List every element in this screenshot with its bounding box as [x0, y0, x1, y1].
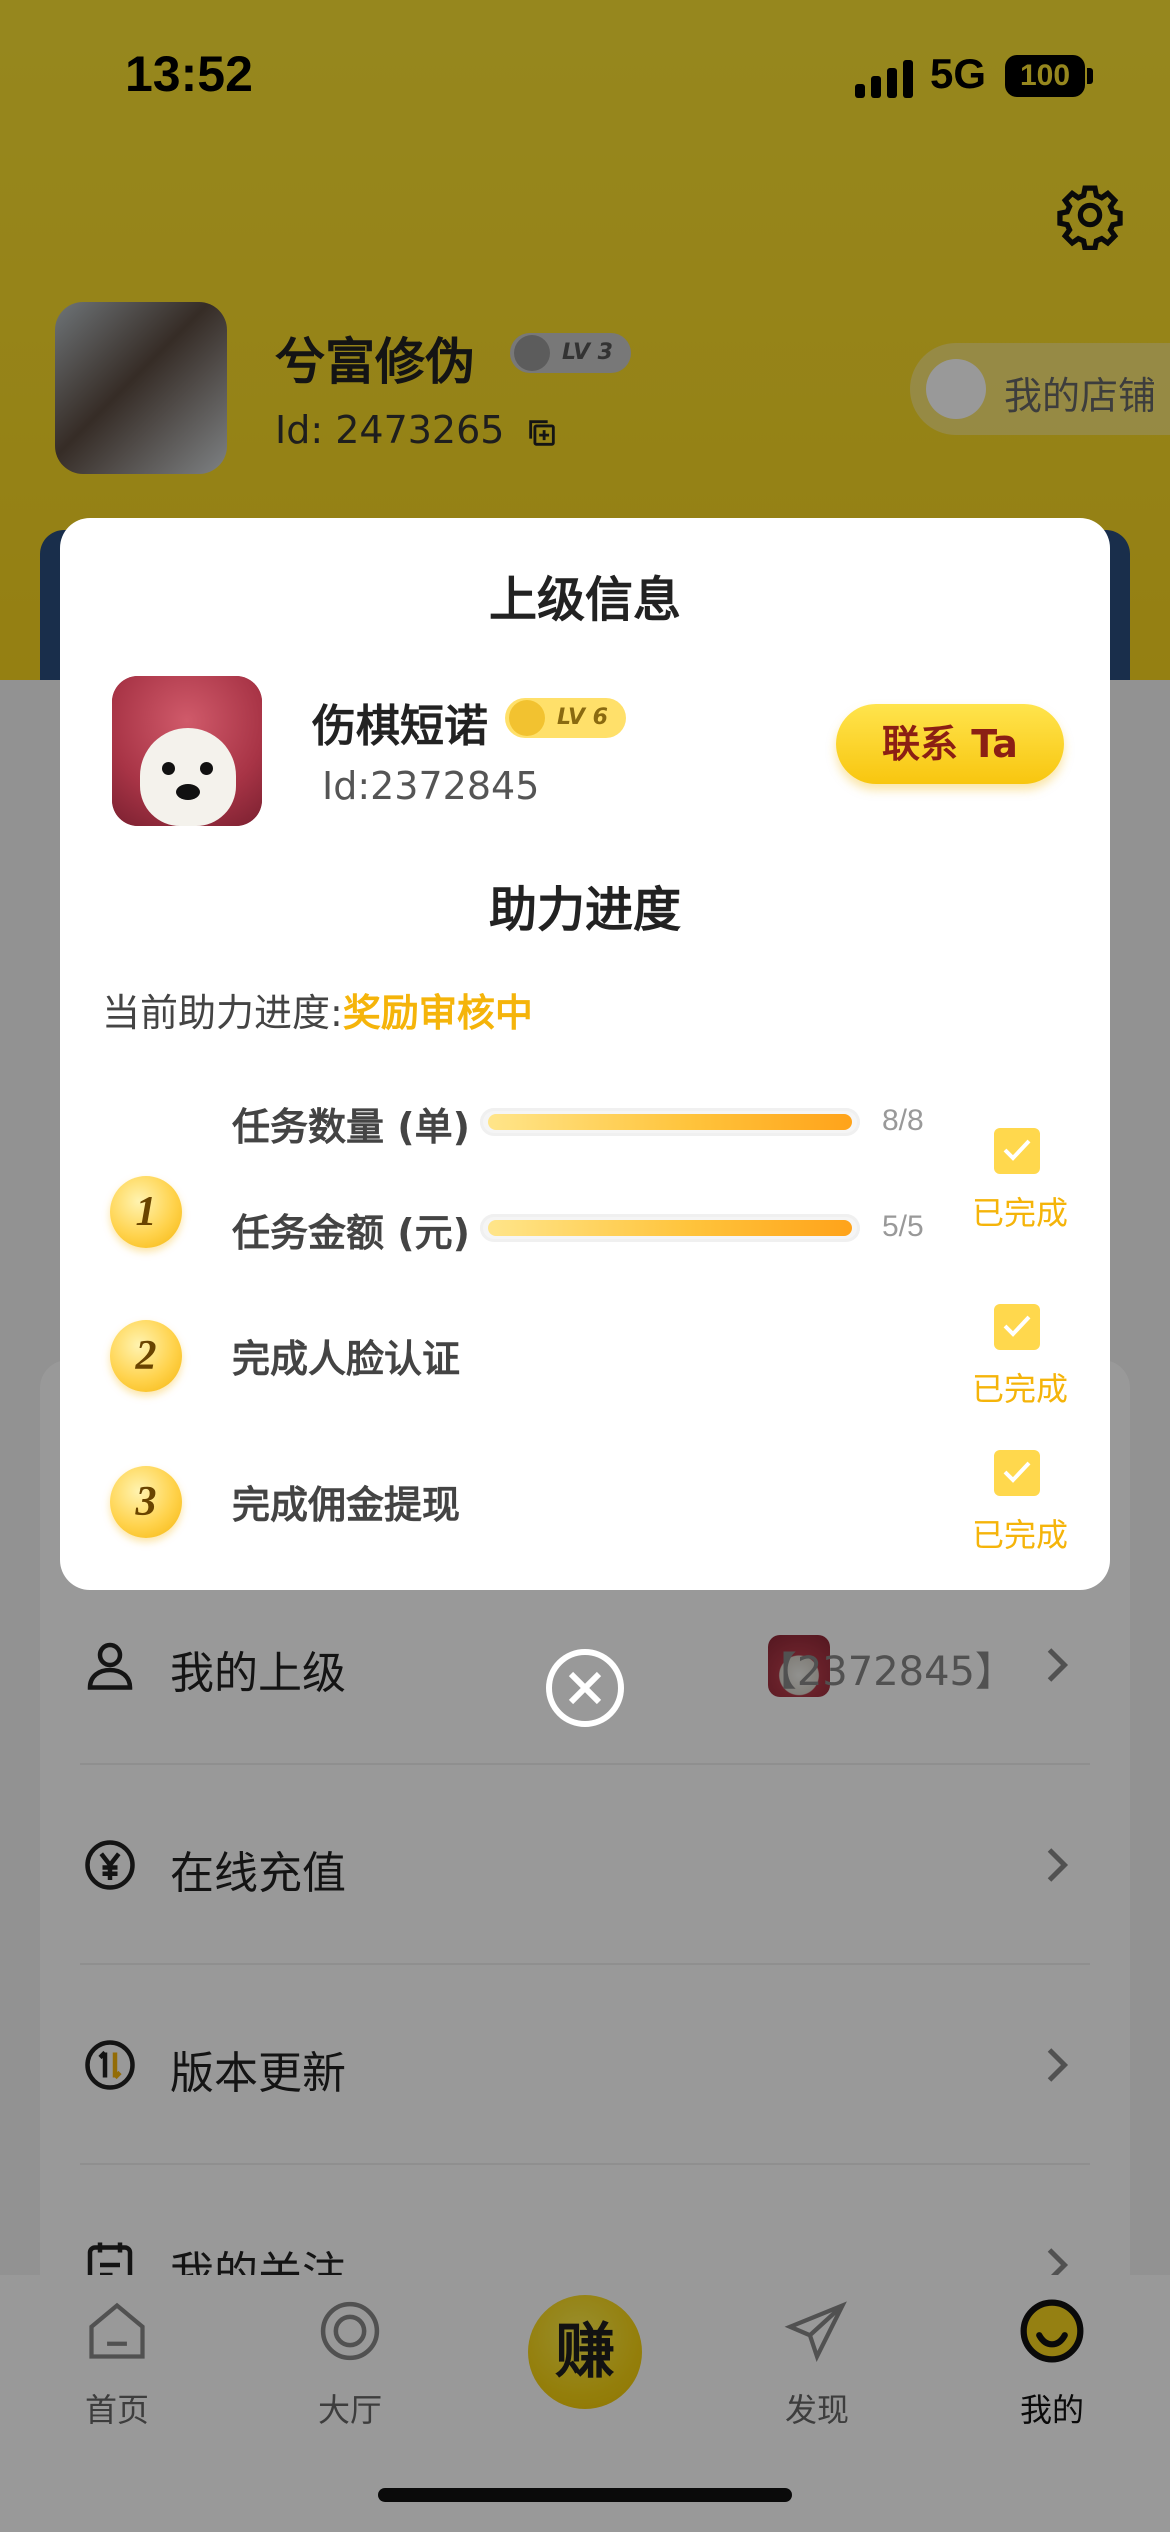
medal-icon	[509, 700, 545, 736]
step-number: 1	[110, 1176, 182, 1248]
leader-level-badge: LV 6	[505, 698, 626, 738]
done-label: 已完成	[972, 1370, 1069, 1408]
modal-title: 上级信息	[488, 572, 681, 628]
task-label: 任务数量 (单)	[232, 1105, 470, 1149]
progress-status: 当前助力进度:奖励审核中	[102, 982, 533, 1037]
task-label: 完成佣金提现	[232, 1483, 461, 1527]
progress-prefix: 当前助力进度:	[102, 991, 343, 1035]
leader-id: Id:2372845	[322, 764, 540, 808]
checkbox-icon	[994, 1128, 1040, 1174]
progress-count: 5/5	[882, 1210, 924, 1243]
superior-info-modal: 上级信息 伤棋短诺 LV 6 Id:2372845 联系 Ta 助力进度 当前助…	[60, 518, 1110, 1590]
close-icon[interactable]	[545, 1648, 625, 1728]
progress-bar-fill	[488, 1220, 852, 1236]
step-number: 3	[110, 1466, 182, 1538]
progress-title: 助力进度	[488, 882, 681, 938]
leader-avatar	[112, 676, 262, 826]
progress-bar-fill	[488, 1114, 852, 1130]
progress-count: 8/8	[882, 1104, 924, 1137]
leader-name: 伤棋短诺	[312, 701, 488, 752]
progress-status-value: 奖励审核中	[342, 991, 533, 1035]
task-label: 完成人脸认证	[232, 1337, 461, 1381]
level-text: LV 6	[557, 705, 608, 730]
progress-bar	[480, 1108, 860, 1136]
contact-button[interactable]: 联系 Ta	[836, 704, 1064, 784]
done-label: 已完成	[972, 1194, 1069, 1232]
checkbox-icon	[994, 1304, 1040, 1350]
step-number: 2	[110, 1320, 182, 1392]
task-label: 任务金额 (元)	[232, 1211, 470, 1255]
progress-bar	[480, 1214, 860, 1242]
done-label: 已完成	[972, 1516, 1069, 1554]
checkbox-icon	[994, 1450, 1040, 1496]
